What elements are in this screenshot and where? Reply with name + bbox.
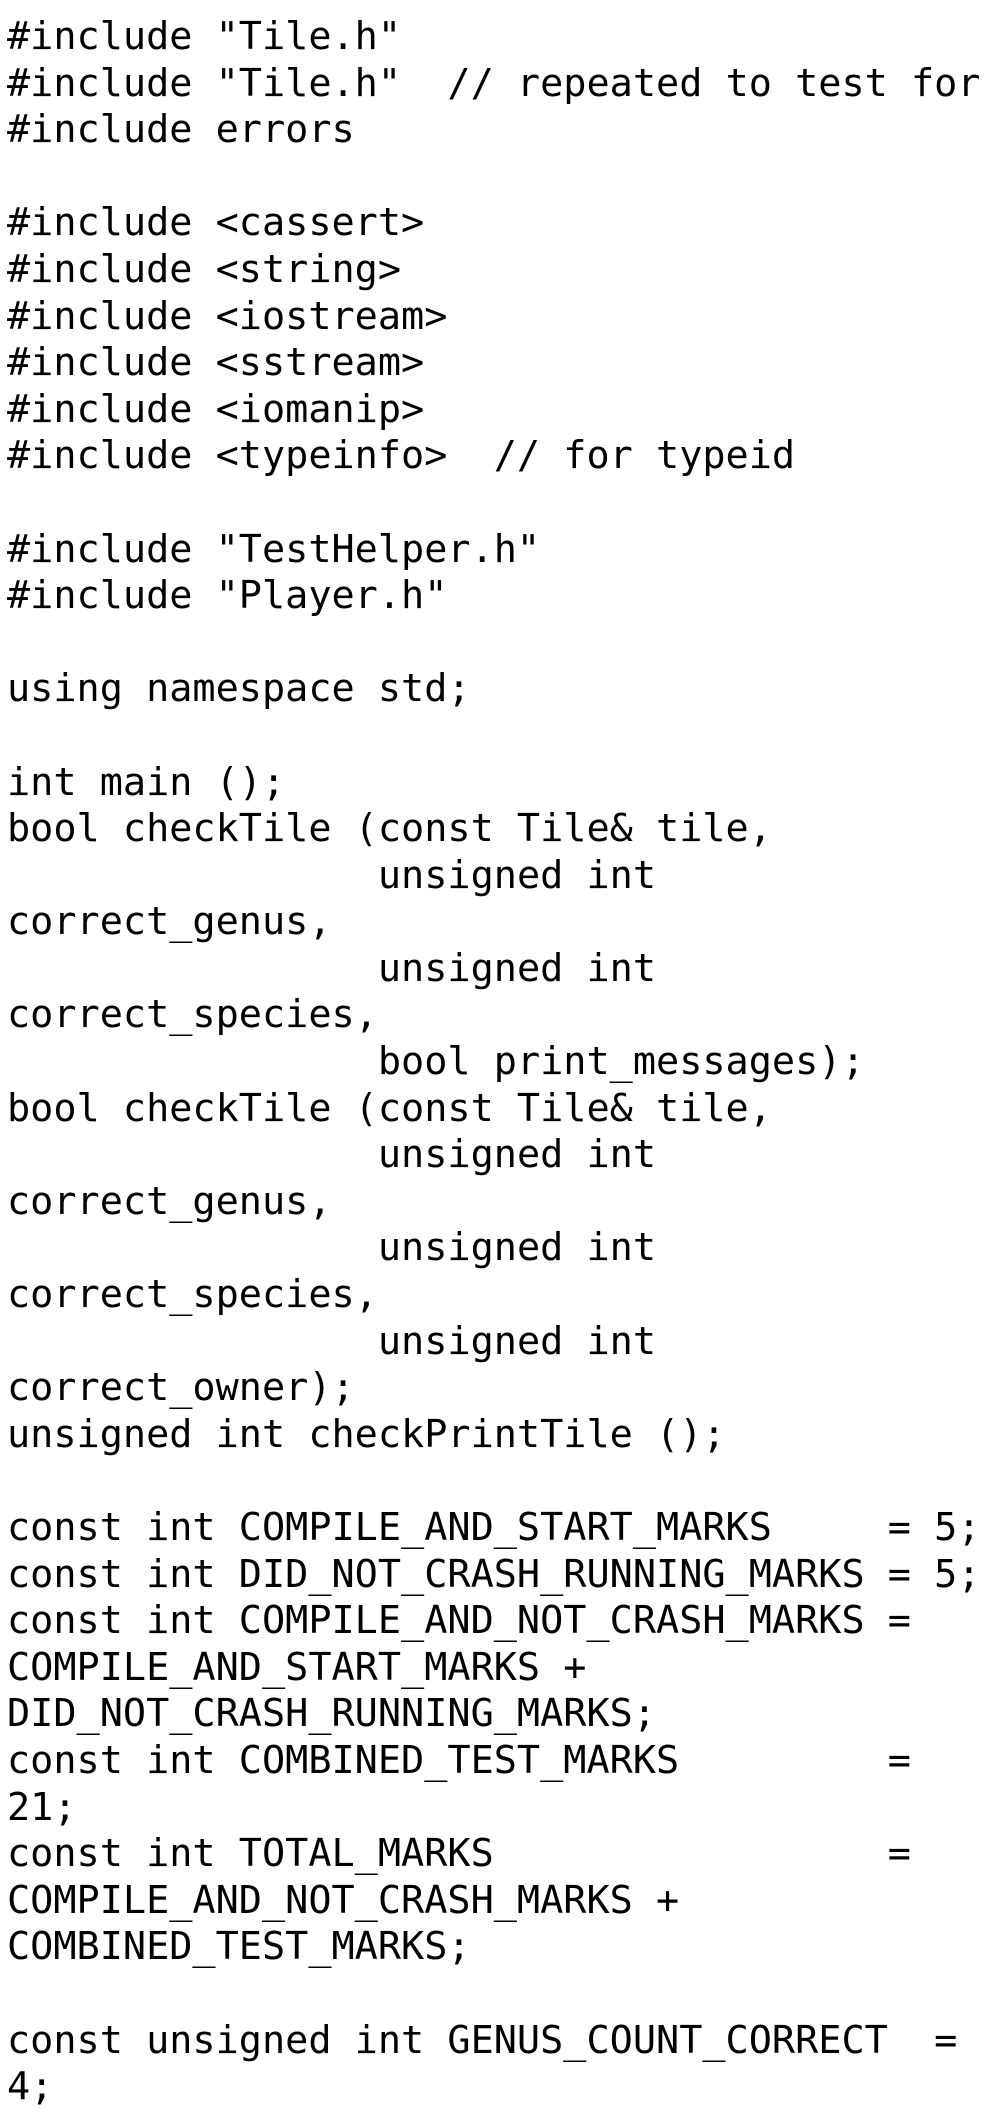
code-viewer[interactable]: #include "Tile.h" #include "Tile.h" // r…: [0, 0, 1007, 2109]
source-code-text[interactable]: #include "Tile.h" #include "Tile.h" // r…: [7, 14, 1001, 2111]
